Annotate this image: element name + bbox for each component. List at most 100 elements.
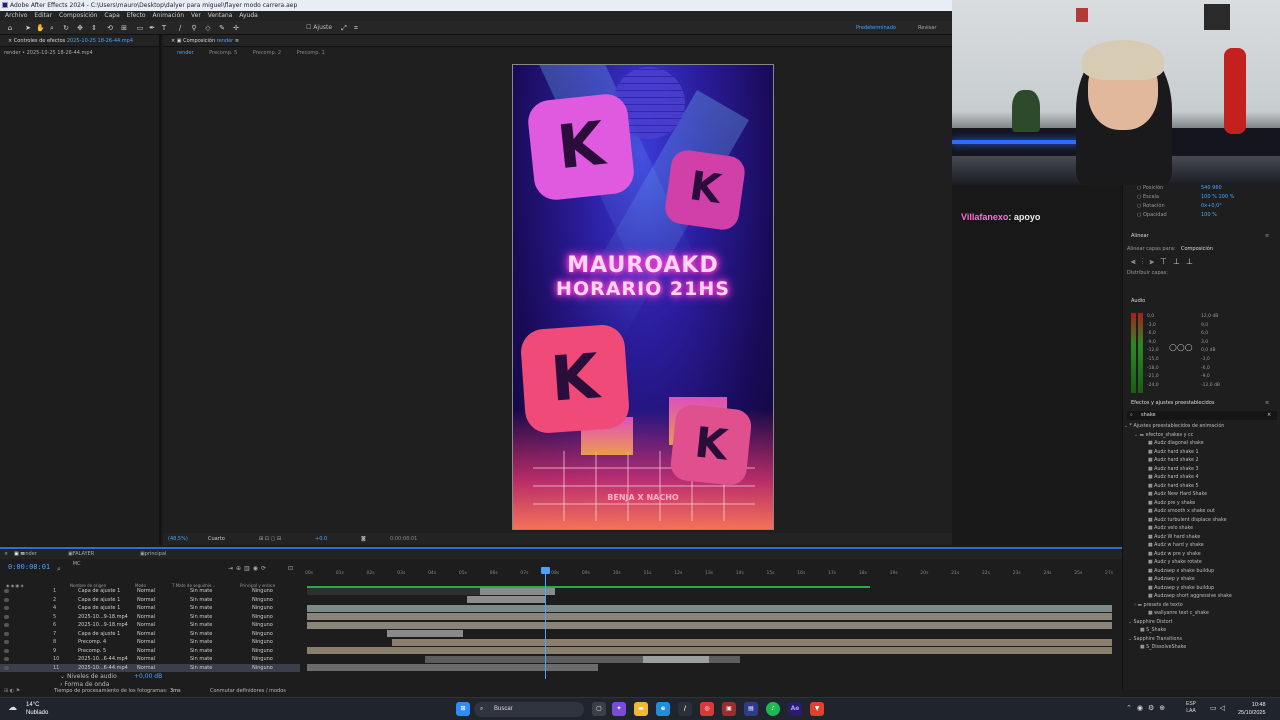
zoom-level[interactable]: (48,5%) xyxy=(168,533,188,545)
edge-browser-icon[interactable]: e xyxy=(656,702,670,716)
system-tray-icons[interactable]: ⌃◉⚙⊕ xyxy=(1126,704,1170,712)
layer-name[interactable]: Capa de ajuste 1 xyxy=(78,587,120,595)
close-icon[interactable]: × xyxy=(4,549,8,559)
menu-icon[interactable]: ≡ xyxy=(235,38,239,44)
layer-name[interactable]: Capa de ajuste 1 xyxy=(78,630,120,638)
menu-ventana[interactable]: Ventana xyxy=(208,12,233,19)
layer-mode-select[interactable]: Normal xyxy=(137,604,155,612)
app-icon[interactable]: ▣ xyxy=(722,702,736,716)
layer-duration-bar[interactable] xyxy=(307,621,1112,629)
status-icons[interactable]: ⊞ ◐ ⚑ xyxy=(4,686,20,697)
visibility-eye-icon[interactable] xyxy=(4,648,9,653)
timeline-layer-row[interactable]: 11 2025-10...6-44.mp4 Normal Sin mate Ningun… xyxy=(0,663,300,672)
preset-item[interactable]: ▦ Audz pre y shake xyxy=(1148,501,1195,506)
layer-parent-select[interactable]: Ninguno xyxy=(252,638,273,646)
effect-category-sapphire-transitions[interactable]: ⌄ Sapphire Transitions xyxy=(1128,637,1182,642)
menu-capa[interactable]: Capa xyxy=(104,12,119,19)
toggle-switches-modes[interactable]: Conmutar definidores / modos xyxy=(210,686,286,697)
menu-editar[interactable]: Editar xyxy=(34,12,52,19)
app-icon[interactable]: ▤ xyxy=(744,702,758,716)
layer-matte-select[interactable]: Sin mate xyxy=(190,647,212,655)
align-buttons-icon[interactable]: ⫷⫶⫸⊤⊥⊥ xyxy=(1131,257,1199,267)
layer-duration-bar[interactable] xyxy=(307,647,1112,654)
preset-item[interactable]: ▦ Audzaep y shake buildup xyxy=(1148,586,1214,591)
task-view-icon[interactable]: ▢ xyxy=(592,702,606,716)
layer-matte-select[interactable]: Sin mate xyxy=(190,630,212,638)
layer-duration-bar[interactable] xyxy=(480,587,555,595)
layer-mode-select[interactable]: Normal xyxy=(137,647,155,655)
layer-parent-select[interactable]: Ninguno xyxy=(252,604,273,612)
time-ruler[interactable]: 00s 01s 02s 03s 04s 05s 06s 07s 08s 09s 10s 11s 12s 1… xyxy=(305,571,1117,581)
clone-stamp-tool-icon[interactable]: ⚲ xyxy=(190,24,198,32)
menu-composicion[interactable]: Composición xyxy=(59,12,97,19)
layer-parent-select[interactable]: Ninguno xyxy=(252,587,273,595)
composition-viewer[interactable]: K K MAUROAKD HORARIO 21HS K K BENJA X NA… xyxy=(512,64,774,530)
preset-item[interactable]: ▦ Audz hard shake 3 xyxy=(1148,467,1199,472)
visibility-eye-icon[interactable] xyxy=(4,614,9,619)
layer-matte-select[interactable]: Sin mate xyxy=(190,638,212,646)
layer-matte-select[interactable]: Sin mate xyxy=(190,613,212,621)
visibility-eye-icon[interactable] xyxy=(4,657,9,661)
layer-name[interactable]: Precomp. 4 xyxy=(78,638,106,646)
preset-folder-text[interactable]: › ▬ presets de texto xyxy=(1134,603,1183,608)
composition-tab[interactable]: × ▣ Composición render ≡ xyxy=(163,35,952,47)
weather-widget[interactable]: 14°C Nublado xyxy=(26,701,48,717)
taskbar-clock[interactable]: 10:48 25/10/2025 xyxy=(1238,701,1266,717)
layer-mode-select[interactable]: Normal xyxy=(137,638,155,646)
preset-item[interactable]: ▦ Audz turbulent displace shake xyxy=(1148,518,1227,523)
effects-search-input[interactable]: ⌕ shake × xyxy=(1127,411,1277,420)
prop-scale-value[interactable]: 100 % 100 % xyxy=(1201,194,1234,200)
preset-item[interactable]: ▦ Audzaep short aggressive shake xyxy=(1148,594,1232,599)
layer-mode-select[interactable]: Normal xyxy=(137,664,155,672)
layer-mode-select[interactable]: Normal xyxy=(137,630,155,638)
roto-brush-tool-icon[interactable]: ✎ xyxy=(218,24,226,32)
workspace-revisar[interactable]: Revisar xyxy=(918,23,936,33)
layer-mode-select[interactable]: Normal xyxy=(137,613,155,621)
snapshot-icon[interactable]: ◙ xyxy=(361,533,366,545)
layer-name[interactable]: 2025-10...6-44.mp4 xyxy=(78,655,128,663)
layer-name[interactable]: Capa de ajuste 1 xyxy=(78,596,120,604)
snap-options-icon[interactable]: ⤢ xyxy=(340,24,348,32)
grid-toggle-icon[interactable]: ⊞ ⊡ ▢ ⊟ xyxy=(259,533,281,545)
preset-item[interactable]: ▦ Audz smooth x shake out xyxy=(1148,509,1215,514)
preset-item[interactable]: ▦ Audzaep x shake buildup xyxy=(1148,569,1214,574)
timeline-layer-row[interactable]: 4 Capa de ajuste 1 Normal Sin mate Ninguno xyxy=(0,604,300,612)
timeline-layer-row[interactable]: 10 2025-10...6-44.mp4 Normal Sin mate Ningun… xyxy=(0,655,300,663)
zoom-tool-icon[interactable]: ⌕ xyxy=(48,24,56,32)
layer-duration-bar[interactable] xyxy=(307,587,480,595)
dolly-tool-icon[interactable]: ⇕ xyxy=(90,24,98,32)
effect-item[interactable]: ▦ S_Shake xyxy=(1140,628,1166,633)
brush-tool-icon[interactable]: / xyxy=(176,24,184,32)
visibility-eye-icon[interactable] xyxy=(4,631,9,636)
prop-opacity-value[interactable]: 100 % xyxy=(1201,212,1217,218)
layer-duration-bar[interactable] xyxy=(307,664,598,671)
text-tool-icon[interactable]: T xyxy=(160,24,168,32)
preset-item[interactable]: ▦ Audz diagonal shake xyxy=(1148,441,1204,446)
preset-folder-animation[interactable]: ⌄ * Ajustes preestablecidos de animación xyxy=(1124,424,1224,429)
workspace-predeterminado[interactable]: Predeterminado xyxy=(856,23,896,33)
timeline-switches-icon[interactable]: ⇥⊕▥◉⟳ xyxy=(228,565,269,572)
preset-item[interactable]: ▦ Audz y shake rotate xyxy=(1148,560,1202,565)
visibility-eye-icon[interactable] xyxy=(4,597,9,602)
weather-icon[interactable]: ☁ xyxy=(8,703,17,713)
chrome-icon[interactable]: ◎ xyxy=(700,702,714,716)
preset-item[interactable]: ▦ Audz hard shake 4 xyxy=(1148,475,1199,480)
audio-volume-slider[interactable]: ○○○ xyxy=(1169,343,1193,353)
menu-animacion[interactable]: Animación xyxy=(153,12,185,19)
timeline-layer-row[interactable]: 7 Capa de ajuste 1 Normal Sin mate Ninguno xyxy=(0,630,300,638)
preset-folder-shakes[interactable]: ⌄ ▬ efectos_shakes y cc xyxy=(1134,433,1193,438)
layer-parent-select[interactable]: Ninguno xyxy=(252,621,273,629)
visibility-eye-icon[interactable] xyxy=(4,640,9,644)
rectangle-tool-icon[interactable]: ▭ xyxy=(136,24,144,32)
snap-toggle[interactable]: ☐ Ajuste xyxy=(306,23,332,33)
clear-search-icon[interactable]: × xyxy=(1267,412,1271,418)
preset-item[interactable]: ▦ Audz New Hard Shake xyxy=(1148,492,1207,497)
brave-browser-icon[interactable]: ▼ xyxy=(810,702,824,716)
preset-item[interactable]: ▦ Audzaep y shake xyxy=(1148,577,1195,582)
pan-tool-icon[interactable]: ✥ xyxy=(76,24,84,32)
comp-tab-precomp1[interactable]: Precomp. 1 xyxy=(297,50,325,56)
preset-item[interactable]: ▦ Audz hard shake 5 xyxy=(1148,484,1199,489)
exposure-value[interactable]: +0.0 xyxy=(315,533,327,545)
preset-item[interactable]: ▦ Audz w pre y shake xyxy=(1148,552,1201,557)
preset-item[interactable]: ▦ Audz hard shake 1 xyxy=(1148,450,1199,455)
